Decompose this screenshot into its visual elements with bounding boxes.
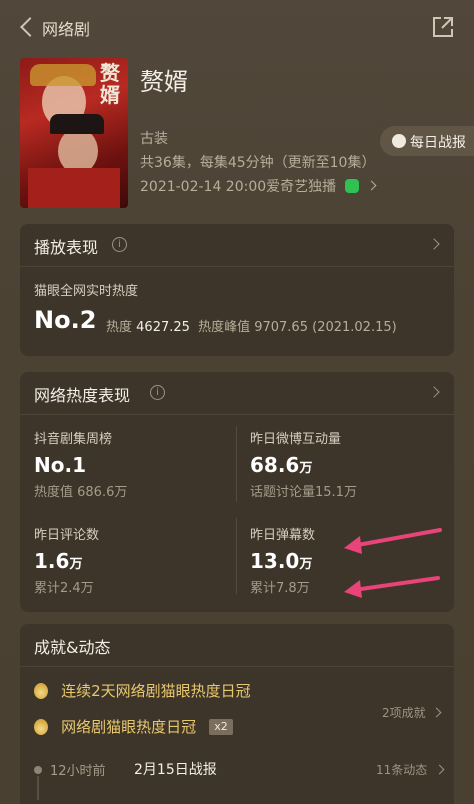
- playback-subtitle: 猫眼全网实时热度: [34, 284, 139, 299]
- achievement-count: 2项成就: [382, 706, 426, 720]
- stat-value: 1.6: [34, 549, 70, 573]
- achievements-card[interactable]: 成就&动态 连续2天网络剧猫眼热度日冠 网络剧猫眼热度日冠 x2 2项成就 12…: [20, 624, 454, 804]
- air-info: 2021-02-14 20:00爱奇艺独播: [140, 179, 337, 195]
- stat-sub: 话题讨论量15.1万: [250, 485, 357, 500]
- info-icon[interactable]: i: [150, 385, 165, 400]
- daily-report-button[interactable]: 每日战报: [380, 126, 474, 156]
- achievement-item[interactable]: 网络剧猫眼热度日冠 x2: [34, 716, 233, 740]
- chevron-right-icon: [428, 238, 440, 250]
- poster-title: 赘婿: [100, 61, 120, 107]
- achievement-text: 连续2天网络剧猫眼热度日冠: [61, 682, 251, 700]
- info-icon[interactable]: i: [112, 237, 127, 252]
- rank-value: No.2: [34, 306, 97, 334]
- stat-label: 昨日评论数: [34, 528, 100, 543]
- show-episodes: 共36集，每集45分钟（更新至10集）: [140, 155, 376, 171]
- timeline-row[interactable]: 12小时前 2月15日战报 11条动态: [34, 758, 445, 800]
- stat-weibo[interactable]: 昨日微博互动量 68.6万 话题讨论量15.1万: [250, 428, 440, 504]
- chevron-right-icon: [431, 707, 442, 718]
- chevron-right-icon: [434, 764, 445, 775]
- playback-title: 播放表现: [34, 238, 99, 257]
- gold-medal-icon: [34, 682, 48, 699]
- network-title: 网络热度表现: [34, 386, 131, 405]
- stat-value: 68.6: [250, 453, 300, 477]
- arrow-left-icon: [344, 576, 440, 598]
- gold-medal-icon: [34, 718, 48, 735]
- stat-value: 13.0: [250, 549, 300, 573]
- share-icon: [433, 17, 453, 37]
- show-title: 赘婿: [140, 68, 188, 96]
- stat-douyin[interactable]: 抖音剧集周榜 No.1 热度值 686.6万: [34, 428, 224, 504]
- chevron-right-icon: [428, 386, 440, 398]
- count-badge: x2: [209, 718, 233, 735]
- stat-unit: 万: [299, 557, 313, 572]
- achievement-item[interactable]: 连续2天网络剧猫眼热度日冠: [34, 680, 251, 704]
- poster-image[interactable]: 赘婿: [20, 58, 128, 208]
- air-info-row[interactable]: 2021-02-14 20:00爱奇艺独播: [140, 176, 377, 196]
- stat-unit: 万: [69, 557, 83, 572]
- back-button[interactable]: 网络剧: [18, 14, 98, 40]
- timeline-title: 2月15日战报: [134, 762, 217, 778]
- medal-icon: [392, 134, 406, 148]
- timeline-time: 12小时前: [50, 764, 106, 779]
- stat-comments[interactable]: 昨日评论数 1.6万 累计2.4万: [34, 524, 224, 600]
- playback-card[interactable]: 播放表现 i 猫眼全网实时热度 No.2 热度 4627.25 热度峰值 970…: [20, 224, 454, 356]
- achievement-count-link[interactable]: 2项成就: [382, 702, 442, 721]
- peak-label: 热度峰值: [198, 320, 251, 335]
- stat-value: No.1: [34, 453, 86, 477]
- annotation-arrows: [344, 528, 442, 598]
- share-button[interactable]: [430, 14, 456, 40]
- peak-value: 9707.65: [254, 320, 308, 335]
- stat-label: 昨日微博互动量: [250, 432, 342, 447]
- heat-value: 4627.25: [136, 320, 190, 335]
- timeline-dot: [34, 766, 42, 774]
- daily-report-label: 每日战报: [410, 135, 466, 151]
- chevron-left-icon: [20, 17, 40, 37]
- stat-sub: 累计2.4万: [34, 581, 94, 596]
- peak-date: (2021.02.15): [312, 320, 397, 335]
- show-genre: 古装: [140, 131, 168, 147]
- stat-sub: 热度值 686.6万: [34, 485, 128, 500]
- chevron-right-icon: [366, 180, 377, 191]
- stat-label: 抖音剧集周榜: [34, 432, 113, 447]
- stat-unit: 万: [299, 461, 313, 476]
- achievements-title: 成就&动态: [34, 638, 111, 657]
- timeline-count: 11条动态: [376, 763, 428, 777]
- iqiyi-icon: [345, 178, 360, 193]
- arrow-left-icon: [344, 528, 442, 554]
- achievement-text: 网络剧猫眼热度日冠: [61, 718, 197, 736]
- heat-label: 热度: [106, 320, 133, 335]
- back-label: 网络剧: [42, 20, 91, 39]
